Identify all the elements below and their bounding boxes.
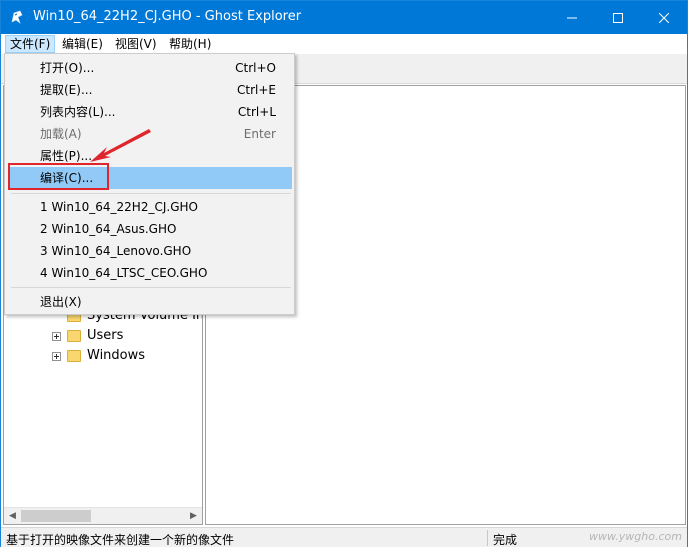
menu-edit[interactable]: 编辑(E) xyxy=(58,35,107,53)
minimize-button[interactable] xyxy=(549,1,595,34)
menu-item-shortcut: Ctrl+L xyxy=(237,105,276,119)
maximize-button[interactable] xyxy=(595,1,641,34)
menu-item-label: 提取(E)... xyxy=(40,83,93,97)
menu-item-label: 打开(O)... xyxy=(40,61,95,75)
scrollbar-thumb[interactable] xyxy=(21,510,91,522)
scroll-left-icon[interactable]: ◀ xyxy=(4,508,21,524)
menu-item-exit[interactable]: 退出(X) xyxy=(8,291,292,313)
menu-item-shortcut: Enter xyxy=(243,127,276,141)
menu-item-compile[interactable]: 编译(C)... xyxy=(8,167,292,189)
close-button[interactable] xyxy=(641,1,687,34)
menu-item-label: 2 Win10_64_Asus.GHO xyxy=(40,222,177,236)
menu-item-label: 属性(P)... xyxy=(40,149,93,163)
menu-bar: 文件(F) 编辑(E) 视图(V) 帮助(H) xyxy=(1,34,687,54)
menu-item-label: 列表内容(L)... xyxy=(40,105,116,119)
menu-item-label: 1 Win10_64_22H2_CJ.GHO xyxy=(40,200,198,214)
menu-item-load: 加载(A) Enter xyxy=(8,123,292,145)
tree-item-users[interactable]: Users xyxy=(52,327,123,345)
menu-item-open[interactable]: 打开(O)... Ctrl+O xyxy=(8,57,292,79)
menu-item-label: 4 Win10_64_LTSC_CEO.GHO xyxy=(40,266,208,280)
menu-view[interactable]: 视图(V) xyxy=(111,35,161,53)
menu-item-label: 3 Win10_64_Lenovo.GHO xyxy=(40,244,192,258)
menu-item-shortcut: Ctrl+O xyxy=(235,61,276,75)
tree-item-windows[interactable]: Windows xyxy=(52,347,145,365)
close-icon xyxy=(659,12,669,23)
tree-item-label: Windows xyxy=(87,348,146,363)
menu-file[interactable]: 文件(F) xyxy=(5,35,56,53)
menu-item-label: 退出(X) xyxy=(40,295,82,309)
status-bar: 基于打开的映像文件来创建一个新的像文件 完成 www.ywgho.com xyxy=(1,527,687,547)
menu-item-list-contents[interactable]: 列表内容(L)... Ctrl+L xyxy=(8,101,292,123)
watermark: www.ywgho.com xyxy=(589,530,682,543)
ghost-explorer-window: Win10_64_22H2_CJ.GHO - Ghost Explorer 文件… xyxy=(0,0,688,547)
menu-item-recent-3[interactable]: 3 Win10_64_Lenovo.GHO xyxy=(8,240,292,262)
title-bar[interactable]: Win10_64_22H2_CJ.GHO - Ghost Explorer xyxy=(1,1,687,34)
menu-item-recent-1[interactable]: 1 Win10_64_22H2_CJ.GHO xyxy=(8,196,292,218)
maximize-icon xyxy=(613,12,623,23)
menu-separator xyxy=(11,287,291,288)
horizontal-scrollbar[interactable]: ◀ ▶ xyxy=(4,507,202,524)
ghost-app-icon xyxy=(11,10,23,24)
menu-item-label: 加载(A) xyxy=(40,127,82,141)
menu-item-label: 编译(C)... xyxy=(40,171,94,185)
menu-item-shortcut: Ctrl+E xyxy=(237,83,276,97)
menu-item-properties[interactable]: 属性(P)... xyxy=(8,145,292,167)
expand-icon[interactable] xyxy=(52,331,61,341)
status-message: 基于打开的映像文件来创建一个新的像文件 xyxy=(6,533,235,547)
status-state: 完成 xyxy=(493,533,518,547)
scroll-right-icon[interactable]: ▶ xyxy=(185,508,202,524)
menu-item-recent-4[interactable]: 4 Win10_64_LTSC_CEO.GHO xyxy=(8,262,292,284)
tree-item-label: Users xyxy=(87,328,124,343)
expand-icon[interactable] xyxy=(52,351,61,361)
menu-help[interactable]: 帮助(H) xyxy=(165,35,215,53)
file-menu-dropdown: 打开(O)... Ctrl+O 提取(E)... Ctrl+E 列表内容(L).… xyxy=(4,53,295,315)
menu-item-extract[interactable]: 提取(E)... Ctrl+E xyxy=(8,79,292,101)
window-title: Win10_64_22H2_CJ.GHO - Ghost Explorer xyxy=(33,9,302,24)
status-divider xyxy=(487,530,488,546)
folder-icon xyxy=(67,350,81,362)
menu-separator xyxy=(11,193,291,194)
minimize-icon xyxy=(567,17,577,18)
folder-icon xyxy=(67,330,81,342)
menu-item-recent-2[interactable]: 2 Win10_64_Asus.GHO xyxy=(8,218,292,240)
